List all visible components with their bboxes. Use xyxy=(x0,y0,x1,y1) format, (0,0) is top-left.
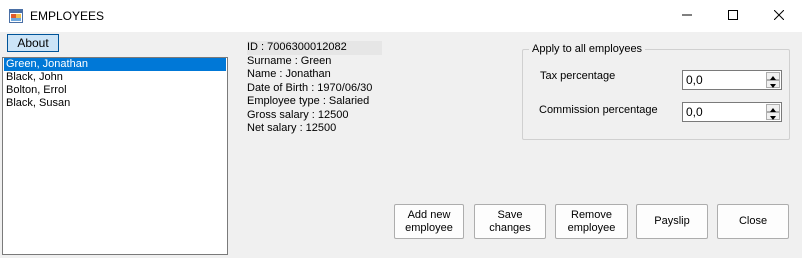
remove-employee-button[interactable]: Remove employee xyxy=(555,204,628,239)
detail-net-salary: Net salary : 12500 xyxy=(247,122,337,134)
minimize-button[interactable] xyxy=(664,0,710,32)
close-icon xyxy=(773,9,785,23)
detail-employee-type: Employee type : Salaried xyxy=(247,95,370,107)
add-label-line1: Add new xyxy=(407,208,451,221)
commission-percentage-stepper[interactable] xyxy=(682,102,782,122)
window-title: EMPLOYEES xyxy=(30,9,105,23)
employee-details: ID : 7006300012082 Surname : Green Name … xyxy=(247,41,382,136)
remove-label-line1: Remove xyxy=(571,208,612,221)
remove-label-line2: employee xyxy=(567,221,616,234)
commission-percentage-label: Commission percentage xyxy=(539,104,658,116)
payslip-button[interactable]: Payslip xyxy=(636,204,708,239)
add-employee-button[interactable]: Add new employee xyxy=(394,204,464,239)
apply-all-group xyxy=(522,49,790,140)
close-window-button[interactable] xyxy=(756,0,802,32)
save-changes-button[interactable]: Save changes xyxy=(474,204,546,239)
commission-down-button[interactable] xyxy=(766,112,780,120)
close-button[interactable]: Close xyxy=(717,204,789,239)
list-item-black-susan[interactable]: Black, Susan xyxy=(4,97,226,110)
tax-percentage-label: Tax percentage xyxy=(540,70,616,82)
title-bar: EMPLOYEES xyxy=(0,0,802,32)
commission-percentage-input[interactable] xyxy=(683,103,765,121)
tax-percentage-stepper[interactable] xyxy=(682,70,782,90)
detail-name: Name : Jonathan xyxy=(247,68,331,80)
detail-surname: Surname : Green xyxy=(247,54,332,67)
employee-list[interactable]: Green, Jonathan Black, John Bolton, Erro… xyxy=(2,57,228,255)
group-title: Apply to all employees xyxy=(529,43,646,55)
about-button[interactable]: About xyxy=(7,34,59,52)
minimize-icon xyxy=(682,9,692,23)
save-label-line1: Save xyxy=(497,208,523,221)
save-label-line2: changes xyxy=(489,221,531,234)
chevron-down-icon xyxy=(770,77,776,91)
add-label-line2: employee xyxy=(405,221,453,234)
tax-percentage-input[interactable] xyxy=(683,71,765,89)
detail-gross-salary: Gross salary : 12500 xyxy=(247,108,349,121)
list-item-black-john[interactable]: Black, John xyxy=(4,71,226,84)
tax-down-button[interactable] xyxy=(766,80,780,88)
list-item-bolton-errol[interactable]: Bolton, Errol xyxy=(4,84,226,97)
chevron-down-icon xyxy=(770,109,776,123)
maximize-icon xyxy=(728,9,738,23)
detail-date-of-birth: Date of Birth : 1970/06/30 xyxy=(247,81,373,94)
maximize-button[interactable] xyxy=(710,0,756,32)
app-window-icon xyxy=(9,9,23,23)
list-item-green-jonathan[interactable]: Green, Jonathan xyxy=(4,58,226,71)
detail-id: ID : 7006300012082 xyxy=(247,41,382,55)
